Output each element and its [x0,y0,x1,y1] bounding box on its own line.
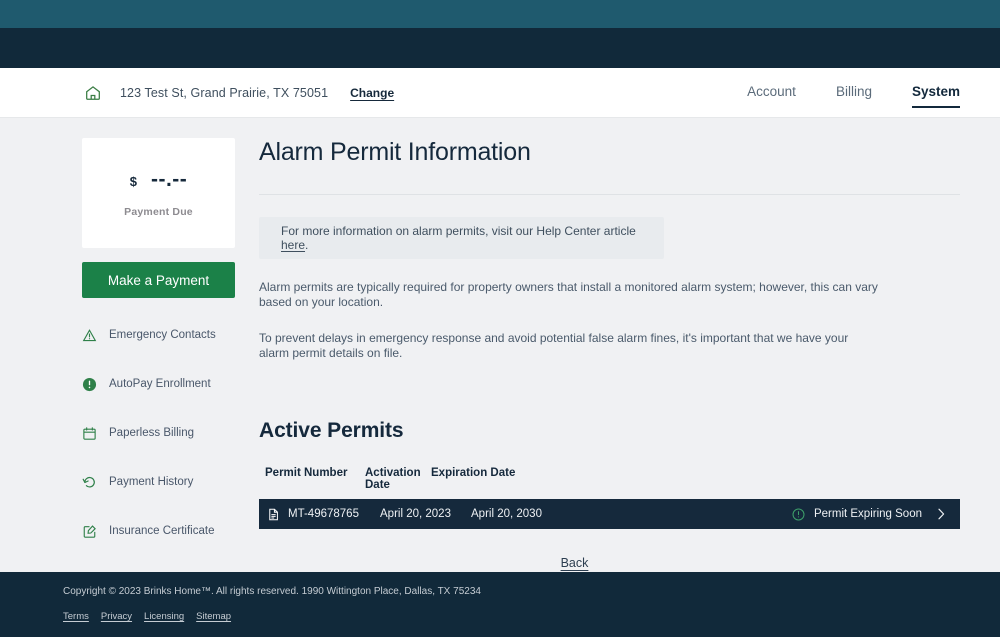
sidebar: $ --.-- Payment Due Make a Payment Emerg… [82,138,235,572]
sidebar-item-insurance-certificate[interactable]: Insurance Certificate [82,518,235,544]
help-text-after: . [305,238,309,252]
payment-amount-row: $ --.-- [130,168,188,192]
title-divider [259,194,960,195]
chevron-right-icon[interactable] [937,507,946,521]
sidebar-item-label: Paperless Billing [109,427,195,439]
back-link[interactable]: Back [561,556,589,570]
sidebar-item-label: AutoPay Enrollment [109,378,211,390]
site-header: 123 Test St, Grand Prairie, TX 75051 Cha… [0,68,1000,118]
back-link-wrapper: Back [259,554,960,572]
help-center-link[interactable]: here [281,238,305,252]
nav-item-system[interactable]: System [911,84,961,108]
footer-links: Terms Privacy Licensing Sitemap [63,611,1000,622]
site-footer: Copyright © 2023 Brinks Home™. All right… [0,572,1000,637]
sidebar-links: Emergency Contacts AutoPay Enrollment Pa… [82,322,235,544]
help-center-banner: For more information on alarm permits, v… [259,217,664,259]
column-header-permit-number: Permit Number [265,467,348,479]
active-permits-table: Permit Number Activation Date Expiration… [259,467,960,529]
status-badge: Permit Expiring Soon [813,508,922,520]
primary-nav: Account Billing System [747,84,961,108]
sidebar-item-autopay-enrollment[interactable]: AutoPay Enrollment [82,371,235,397]
history-icon [82,475,97,490]
sidebar-item-paperless-billing[interactable]: Paperless Billing [82,420,235,446]
footer-link-privacy[interactable]: Privacy [101,611,132,622]
exclamation-circle-outline-icon [792,508,805,521]
edit-document-icon [82,524,97,539]
footer-link-licensing[interactable]: Licensing [144,611,184,622]
sidebar-item-label: Payment History [109,476,194,488]
sidebar-item-emergency-contacts[interactable]: Emergency Contacts [82,322,235,348]
sidebar-item-label: Emergency Contacts [109,329,216,341]
payment-amount: --.-- [150,168,188,191]
permit-paragraph-1: Alarm permits are typically required for… [259,280,878,309]
copyright-text: Copyright © 2023 Brinks Home™. All right… [63,586,481,597]
browser-chrome-bar [0,0,1000,28]
site-top-bar [0,28,1000,68]
nav-item-account[interactable]: Account [747,84,796,102]
change-address-link[interactable]: Change [350,86,394,100]
page-title: Alarm Permit Information [259,138,531,166]
footer-link-terms[interactable]: Terms [63,611,89,622]
nav-item-billing[interactable]: Billing [836,84,872,102]
warning-triangle-icon [82,328,97,343]
document-icon [267,508,280,521]
active-permits-heading: Active Permits [259,419,404,442]
permit-paragraph-2: To prevent delays in emergency response … [259,331,849,360]
cell-permit-number: MT-49678765 [288,508,359,520]
table-row[interactable]: MT-49678765 April 20, 2023 April 20, 203… [259,499,960,529]
page-body: $ --.-- Payment Due Make a Payment Emerg… [0,118,1000,572]
payment-due-label: Payment Due [124,206,193,218]
main-content: Alarm Permit Information For more inform… [235,138,960,572]
payment-due-card: $ --.-- Payment Due [82,138,235,248]
app-page: 123 Test St, Grand Prairie, TX 75051 Cha… [0,0,1000,637]
sidebar-item-payment-history[interactable]: Payment History [82,469,235,495]
footer-link-sitemap[interactable]: Sitemap [196,611,231,622]
calendar-icon [82,426,97,441]
permit-status-group: Permit Expiring Soon [792,507,946,521]
column-header-activation-date: Activation Date [365,467,421,491]
make-a-payment-button[interactable]: Make a Payment [82,262,235,298]
exclamation-circle-icon [82,377,97,392]
column-header-expiration-date: Expiration Date [431,467,516,479]
table-header-row: Permit Number Activation Date Expiration… [259,467,960,499]
currency-symbol: $ [129,174,137,189]
service-address: 123 Test St, Grand Prairie, TX 75051 [120,85,329,100]
help-center-text: For more information on alarm permits, v… [281,224,642,252]
cell-expiration-date: April 20, 2030 [471,508,542,520]
help-text-before: For more information on alarm permits, v… [281,224,636,238]
sidebar-item-label: Insurance Certificate [109,525,215,537]
cell-activation-date: April 20, 2023 [380,508,451,520]
home-icon [84,84,102,102]
